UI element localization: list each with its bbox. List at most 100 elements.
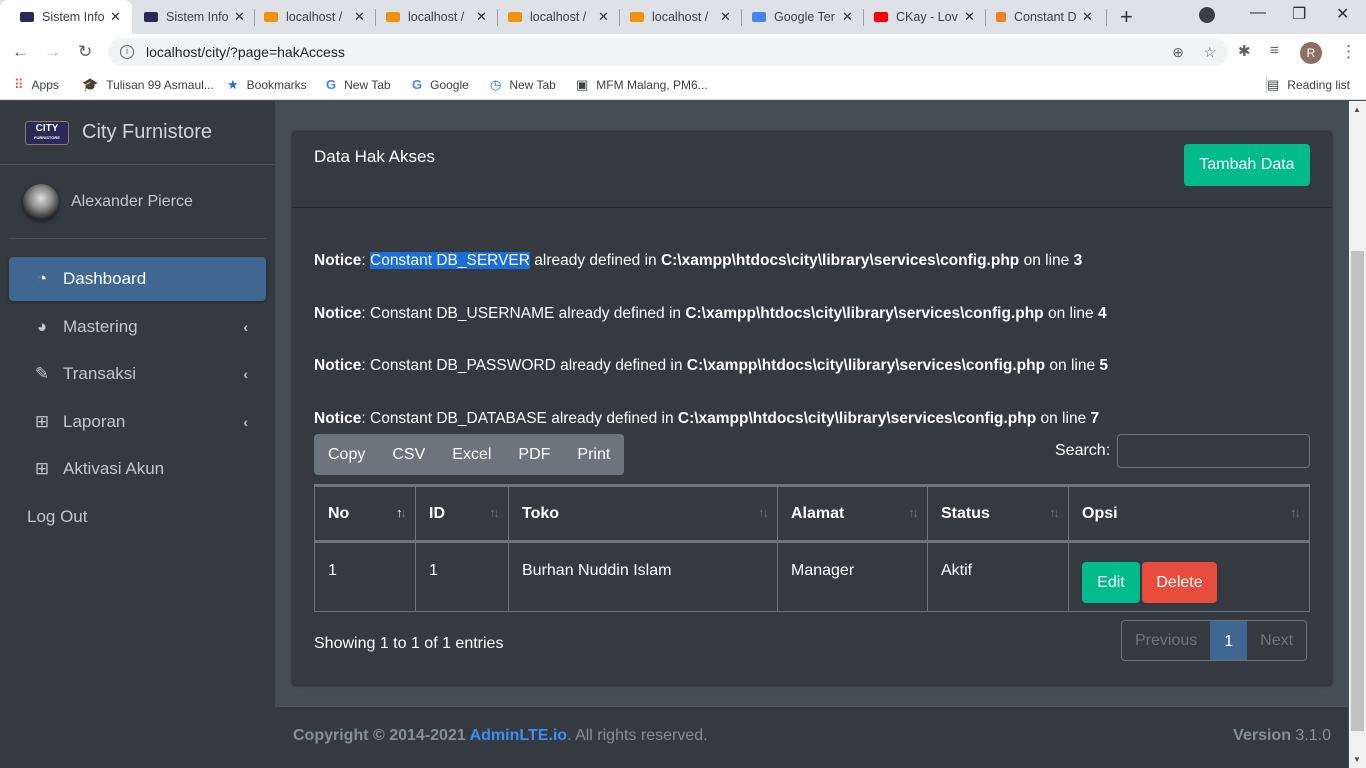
pma-favicon bbox=[264, 12, 278, 22]
user-name[interactable]: Alexander Pierce bbox=[71, 193, 193, 211]
reading-list-button[interactable]: ▤ Reading list bbox=[1266, 77, 1350, 93]
browser-tab[interactable]: localhost / ✕ bbox=[488, 0, 618, 34]
tambah-data-button[interactable]: Tambah Data bbox=[1184, 144, 1310, 186]
bookmark-item[interactable]: ★ Bookmarks bbox=[227, 77, 307, 93]
close-tab-icon[interactable]: ✕ bbox=[720, 9, 731, 25]
restore-button[interactable]: ❐ bbox=[1292, 4, 1306, 24]
browser-tab[interactable]: localhost / ✕ bbox=[610, 0, 740, 34]
stackoverflow-favicon bbox=[996, 12, 1006, 22]
minimize-button[interactable]: — bbox=[1250, 4, 1266, 22]
edit-icon: ✎ bbox=[34, 364, 50, 383]
sidebar-item-laporan[interactable]: ⊞ Laporan ‹ bbox=[9, 400, 266, 444]
column-header-id[interactable]: ID ↑↓ bbox=[415, 484, 509, 543]
bookmark-star-icon[interactable]: ☆ bbox=[1203, 44, 1216, 61]
history-icon: ◷ bbox=[490, 77, 502, 92]
adminlte-link[interactable]: AdminLTE.io bbox=[470, 727, 567, 744]
close-tab-icon[interactable]: ✕ bbox=[1082, 9, 1093, 25]
scrollbar-thumb[interactable] bbox=[1351, 251, 1364, 731]
sidebar-item-aktivasi-akun[interactable]: ⊞ Aktivasi Akun bbox=[9, 447, 266, 491]
profile-avatar[interactable]: R bbox=[1300, 42, 1322, 64]
cell-alamat: Manager bbox=[777, 541, 928, 612]
google-icon: G bbox=[412, 77, 423, 92]
pma-favicon bbox=[386, 12, 400, 22]
user-avatar bbox=[23, 183, 59, 220]
browser-tab[interactable]: Google Ter ✕ bbox=[732, 0, 862, 34]
page-1-button[interactable]: 1 bbox=[1210, 621, 1248, 660]
next-page-button[interactable]: Next bbox=[1247, 621, 1306, 660]
browser-menu-icon[interactable]: ⋮ bbox=[1340, 42, 1357, 62]
tab-search-icon[interactable] bbox=[1199, 7, 1215, 23]
media-control-icon[interactable]: ≡ bbox=[1270, 42, 1279, 59]
address-bar[interactable]: i localhost/city/?page=hakAccess ⊕ ☆ bbox=[108, 38, 1228, 66]
main-footer: Copyright © 2014-2021 AdminLTE.io. All r… bbox=[275, 706, 1348, 768]
zoom-icon[interactable]: ⊕ bbox=[1172, 44, 1184, 61]
close-tab-icon[interactable]: ✕ bbox=[598, 9, 609, 25]
site-info-icon[interactable]: i bbox=[120, 45, 134, 59]
page-scrollbar[interactable]: ▲ ▼ bbox=[1349, 101, 1366, 768]
csv-button[interactable]: CSV bbox=[392, 446, 425, 464]
bookmark-item[interactable]: 🎓 Tulisan 99 Asmaul... bbox=[82, 77, 214, 93]
copyright-text: Copyright © 2014-2021 AdminLTE.io. All r… bbox=[293, 727, 708, 744]
bookmark-item[interactable]: ▣ MFM Malang, PM6... bbox=[576, 77, 708, 93]
new-tab-button[interactable]: + bbox=[1120, 4, 1133, 30]
edit-button[interactable]: Edit bbox=[1082, 562, 1140, 603]
pdf-button[interactable]: PDF bbox=[518, 446, 550, 464]
browser-tab[interactable]: localhost / ✕ bbox=[244, 0, 374, 34]
copy-button[interactable]: Copy bbox=[328, 446, 365, 464]
excel-button[interactable]: Excel bbox=[452, 446, 491, 464]
close-tab-icon[interactable]: ✕ bbox=[110, 9, 121, 25]
google-icon: G bbox=[326, 77, 337, 92]
print-button[interactable]: Print bbox=[577, 446, 610, 464]
table-icon: ⊞ bbox=[34, 411, 50, 431]
content-wrapper: Data Hak Akses Tambah Data Notice: Const… bbox=[275, 101, 1348, 706]
user-panel[interactable]: Alexander Pierce bbox=[9, 165, 266, 239]
back-button[interactable]: ← bbox=[12, 42, 29, 62]
browser-tab[interactable]: Sistem Info ✕ bbox=[124, 0, 254, 34]
brand-link[interactable]: CITY FURNISTORE City Furnistore bbox=[0, 101, 275, 165]
sidebar-item-mastering[interactable]: ◕ Mastering ‹ bbox=[9, 305, 266, 349]
sidebar-item-dashboard[interactable]: ◔ Dashboard bbox=[9, 257, 266, 301]
star-icon: ★ bbox=[227, 77, 239, 92]
browser-tab[interactable]: localhost / ✕ bbox=[366, 0, 496, 34]
browser-tab[interactable]: CKay - Lov ✕ bbox=[854, 0, 984, 34]
close-window-button[interactable]: ✕ bbox=[1336, 4, 1349, 24]
bookmark-item[interactable]: ◷ New Tab bbox=[490, 77, 556, 93]
close-tab-icon[interactable]: ✕ bbox=[476, 9, 487, 25]
scroll-down-arrow[interactable]: ▼ bbox=[1353, 755, 1361, 764]
extensions-icon[interactable]: ✱ bbox=[1238, 42, 1251, 60]
column-header-toko[interactable]: Toko ↑↓ bbox=[508, 484, 778, 543]
pma-favicon bbox=[630, 12, 644, 22]
browser-tab[interactable]: Constant D ✕ bbox=[976, 0, 1106, 34]
bookmark-item[interactable]: G New Tab bbox=[326, 77, 391, 92]
close-tab-icon[interactable]: ✕ bbox=[354, 9, 365, 25]
php-notice: Notice: Constant DB_USERNAME already def… bbox=[314, 305, 1107, 322]
close-tab-icon[interactable]: ✕ bbox=[964, 9, 975, 25]
cell-id: 1 bbox=[415, 541, 509, 612]
chevron-left-icon: ‹ bbox=[243, 413, 248, 430]
bookmark-apps[interactable]: ⠿ Apps bbox=[14, 77, 59, 93]
column-header-no[interactable]: No ↑↓ bbox=[314, 484, 416, 543]
search-label: Search: bbox=[1055, 442, 1111, 459]
city-favicon bbox=[144, 12, 158, 22]
bookmark-item[interactable]: G Google bbox=[412, 77, 469, 92]
card-header: Data Hak Akses Tambah Data bbox=[292, 131, 1332, 208]
previous-page-button[interactable]: Previous bbox=[1122, 621, 1210, 660]
column-header-opsi[interactable]: Opsi ↑↓ bbox=[1068, 484, 1310, 543]
sidebar-menu: ◔ Dashboard ◕ Mastering ‹ ✎ Transaksi ‹ ⊞ Lapo… bbox=[0, 257, 275, 539]
reload-button[interactable]: ↻ bbox=[78, 42, 92, 62]
export-button-group: Copy CSV Excel PDF Print bbox=[314, 434, 625, 475]
sidebar-item-logout[interactable]: Log Out bbox=[9, 495, 266, 539]
sidebar-item-transaksi[interactable]: ✎ Transaksi ‹ bbox=[9, 352, 266, 396]
sort-icon: ↑↓ bbox=[1049, 505, 1060, 520]
pagination: Previous 1 Next bbox=[1121, 620, 1308, 661]
column-header-alamat[interactable]: Alamat ↑↓ bbox=[777, 484, 928, 543]
browser-tab[interactable]: Sistem Info ✕ bbox=[0, 0, 132, 34]
column-header-status[interactable]: Status ↑↓ bbox=[927, 484, 1069, 543]
scroll-up-arrow[interactable]: ▲ bbox=[1353, 105, 1361, 114]
forward-button[interactable]: → bbox=[44, 42, 61, 62]
sort-icon: ↑↓ bbox=[758, 505, 769, 520]
close-tab-icon[interactable]: ✕ bbox=[842, 9, 853, 25]
browser-tab-strip: Sistem Info ✕ Sistem Info ✕ localhost / ✕ l… bbox=[0, 0, 1366, 34]
delete-button[interactable]: Delete bbox=[1142, 562, 1217, 603]
search-input[interactable] bbox=[1117, 434, 1310, 468]
